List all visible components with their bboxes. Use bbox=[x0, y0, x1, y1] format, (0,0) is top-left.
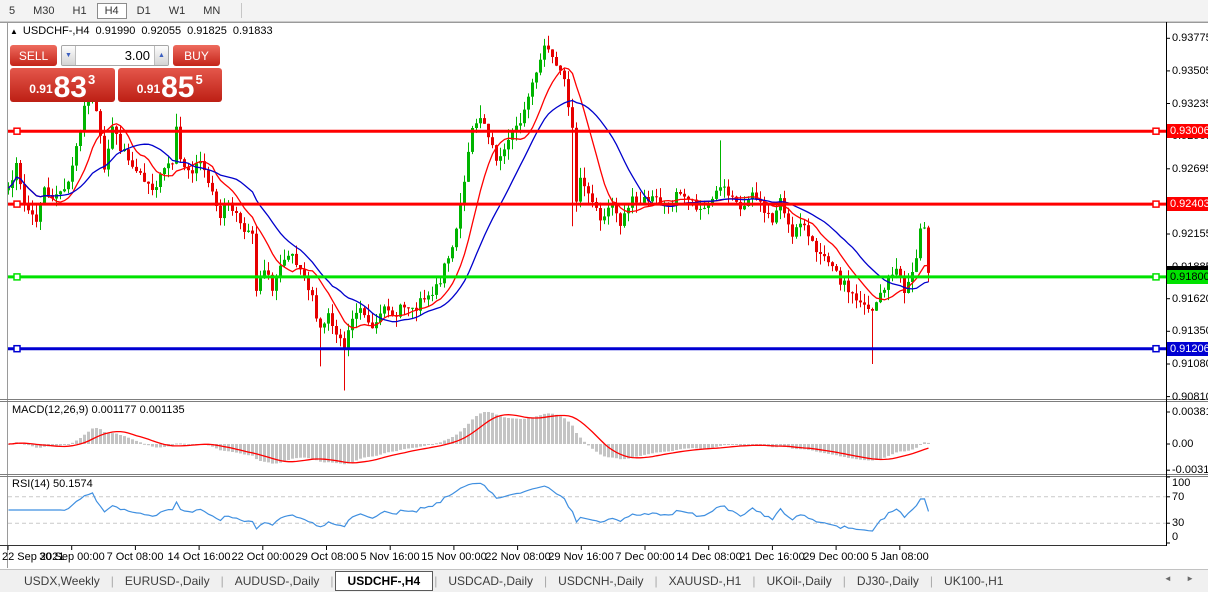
ma-fast-line bbox=[9, 68, 929, 328]
timeframe-button-m30[interactable]: M30 bbox=[25, 3, 62, 19]
quote-low: 0.91825 bbox=[187, 25, 227, 37]
tab-scroll-right-icon[interactable]: ► bbox=[1186, 574, 1194, 583]
tab-scroll-left-icon[interactable]: ◄ bbox=[1164, 574, 1172, 583]
price-tick-label: 0.90810 bbox=[1172, 391, 1208, 403]
chart-tab-audusd-daily[interactable]: AUDUSD-,Daily bbox=[225, 572, 330, 590]
chart-tab-bar: USDX,Weekly|EURUSD-,Daily|AUDUSD-,Daily|… bbox=[0, 569, 1208, 592]
chart-tab-usdx-weekly[interactable]: USDX,Weekly bbox=[14, 572, 110, 590]
chart-collapse-icon[interactable]: ▲ bbox=[10, 27, 18, 36]
macd-tick-label: 0.003811 bbox=[1172, 406, 1208, 418]
buy-price-sup: 5 bbox=[196, 72, 203, 87]
hline-price-label: 0.91206 bbox=[1167, 342, 1208, 356]
buy-price-prefix: 0.91 bbox=[137, 82, 160, 96]
price-tick-label: 0.93775 bbox=[1172, 32, 1208, 44]
volume-input[interactable] bbox=[76, 46, 154, 65]
buy-price-big: 85 bbox=[161, 74, 194, 101]
chart-title: ▲ USDCHF-,H4 0.91990 0.92055 0.91825 0.9… bbox=[10, 25, 279, 37]
timeframe-toolbar: 5M30H1H4D1W1MN bbox=[0, 0, 1208, 22]
price-tick-label: 0.91350 bbox=[1172, 325, 1208, 337]
hline-price-label: 0.92403 bbox=[1167, 197, 1208, 211]
timeframe-button-5[interactable]: 5 bbox=[1, 3, 23, 19]
price-tick-label: 0.92695 bbox=[1172, 163, 1208, 175]
macd-tick-label: 0.00 bbox=[1172, 438, 1193, 450]
rsi-line bbox=[9, 483, 929, 531]
price-tick-label: 0.91620 bbox=[1172, 293, 1208, 305]
buy-price-button[interactable]: 0.91 85 5 bbox=[118, 68, 223, 102]
volume-decrease-icon[interactable]: ▼ bbox=[62, 46, 76, 65]
quote-high: 0.92055 bbox=[141, 25, 181, 37]
tab-scroll: ◄ ► bbox=[1152, 574, 1194, 583]
chart-tab-dj30-daily[interactable]: DJ30-,Daily bbox=[847, 572, 929, 590]
sell-price-sup: 3 bbox=[88, 72, 95, 87]
rsi-tick-label: 100 bbox=[1172, 477, 1190, 489]
timeframe-button-w1[interactable]: W1 bbox=[161, 3, 194, 19]
timeframe-button-h4[interactable]: H4 bbox=[97, 3, 127, 19]
hline-price-label: 0.93006 bbox=[1167, 124, 1208, 138]
chart-tab-usdcad-daily[interactable]: USDCAD-,Daily bbox=[438, 572, 543, 590]
sell-price-button[interactable]: 0.91 83 3 bbox=[10, 68, 115, 102]
sell-price-big: 83 bbox=[54, 74, 87, 101]
chart-tab-uk100-h1[interactable]: UK100-,H1 bbox=[934, 572, 1013, 590]
hline-0.91800[interactable] bbox=[8, 274, 1166, 280]
price-tick-label: 0.92155 bbox=[1172, 228, 1208, 240]
one-click-trade-panel: SELL ▼ ▲ BUY 0.91 83 3 0.91 85 5 bbox=[10, 45, 222, 102]
chart-tab-usdcnh-daily[interactable]: USDCNH-,Daily bbox=[548, 572, 653, 590]
hline-price-label: 0.91800 bbox=[1167, 270, 1208, 284]
macd-label: MACD(12,26,9) 0.001177 0.001135 bbox=[12, 404, 185, 416]
quote-close: 0.91833 bbox=[233, 25, 273, 37]
time-tick-label: 5 Jan 08:00 bbox=[860, 551, 940, 563]
chart-tab-xauusd-h1[interactable]: XAUUSD-,H1 bbox=[659, 572, 752, 590]
hline-0.91206[interactable] bbox=[8, 346, 1166, 352]
price-tick-label: 0.91080 bbox=[1172, 358, 1208, 370]
volume-increase-icon[interactable]: ▲ bbox=[154, 46, 168, 65]
chart-tab-ukoil-daily[interactable]: UKOil-,Daily bbox=[756, 572, 841, 590]
rsi-label: RSI(14) 50.1574 bbox=[12, 478, 93, 490]
toolbar-separator bbox=[241, 3, 242, 18]
timeframe-button-d1[interactable]: D1 bbox=[129, 3, 159, 19]
rsi-tick-label: 0 bbox=[1172, 531, 1178, 543]
rsi-tick-label: 30 bbox=[1172, 517, 1184, 529]
timeframe-button-mn[interactable]: MN bbox=[195, 3, 228, 19]
timeframe-button-h1[interactable]: H1 bbox=[65, 3, 95, 19]
price-tick-label: 0.93505 bbox=[1172, 65, 1208, 77]
rsi-tick-label: 70 bbox=[1172, 491, 1184, 503]
quote-open: 0.91990 bbox=[96, 25, 136, 37]
price-tick-label: 0.93235 bbox=[1172, 98, 1208, 110]
buy-button[interactable]: BUY bbox=[173, 45, 220, 66]
hline-0.92403[interactable] bbox=[8, 201, 1166, 207]
chart-tab-eurusd-daily[interactable]: EURUSD-,Daily bbox=[115, 572, 220, 590]
chart-tab-usdchf-h4[interactable]: USDCHF-,H4 bbox=[335, 571, 434, 591]
macd-tick-label: -0.003115 bbox=[1172, 464, 1208, 476]
chart-symbol: USDCHF-,H4 bbox=[23, 25, 90, 37]
volume-spinner: ▼ ▲ bbox=[61, 45, 169, 66]
sell-button[interactable]: SELL bbox=[10, 45, 57, 66]
sell-price-prefix: 0.91 bbox=[29, 82, 52, 96]
